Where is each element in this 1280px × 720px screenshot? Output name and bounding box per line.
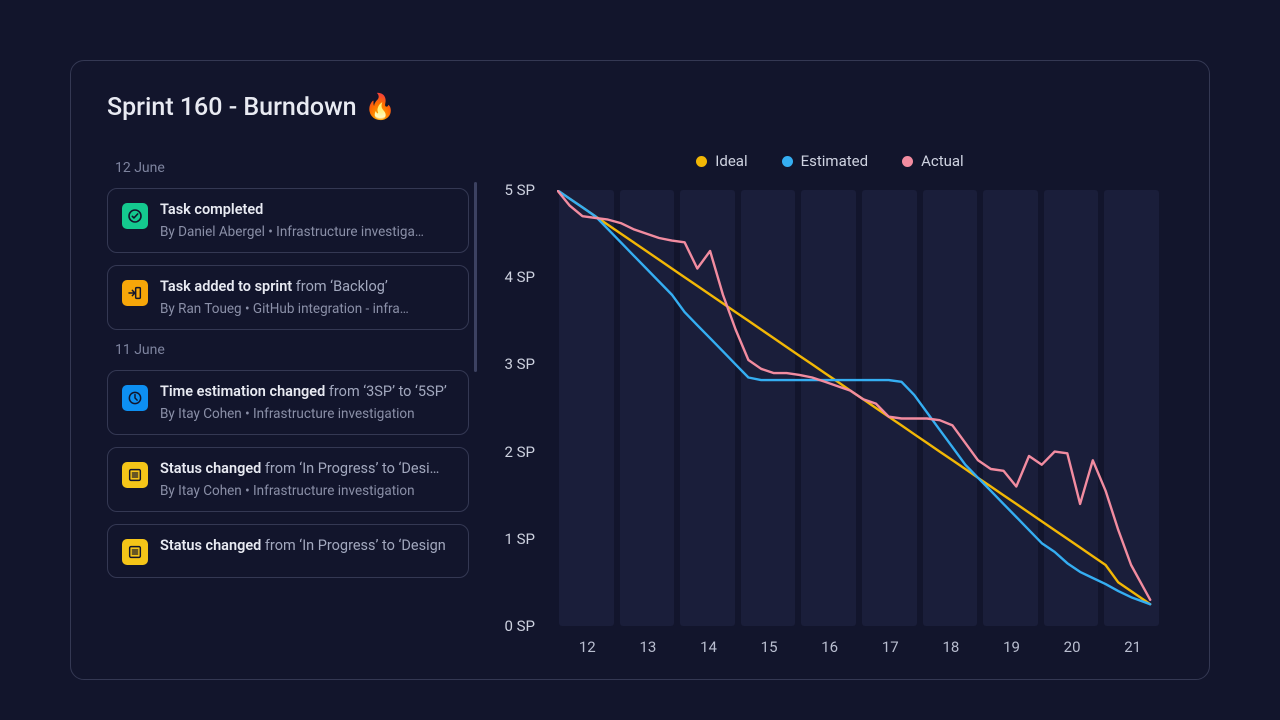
x-tick: 15	[761, 638, 778, 656]
chart-legend: Ideal Estimated Actual	[487, 152, 1173, 170]
check-icon	[122, 203, 148, 229]
list-icon	[122, 462, 148, 488]
y-tick: 5 SP	[489, 181, 549, 199]
scrollbar-thumb[interactable]	[474, 182, 477, 372]
x-tick: 20	[1064, 638, 1081, 656]
feed-item-sub: By Ran Toueg • GitHub integration - infr…	[160, 301, 454, 317]
legend-actual: Actual	[902, 152, 964, 170]
feed-item-title: Task completed	[160, 201, 454, 218]
legend-dot-actual	[902, 156, 913, 167]
y-tick: 4 SP	[489, 268, 549, 286]
feed-item-sub: By Itay Cohen • Infrastructure investiga…	[160, 483, 454, 499]
y-tick: 1 SP	[489, 530, 549, 548]
x-tick: 14	[700, 638, 717, 656]
feed-date-label: 11 June	[115, 342, 469, 358]
legend-ideal: Ideal	[696, 152, 747, 170]
series-ideal	[557, 190, 1150, 604]
activity-feed[interactable]: 12 June Task completed By Daniel Abergel •…	[107, 152, 477, 662]
feed-item-title: Task added to sprint from ‘Backlog’	[160, 278, 454, 295]
x-tick: 21	[1124, 638, 1141, 656]
y-tick: 3 SP	[489, 355, 549, 373]
feed-item[interactable]: Task completed By Daniel Abergel • Infras…	[107, 188, 469, 253]
x-tick: 12	[579, 638, 596, 656]
list-icon	[122, 539, 148, 565]
feed-item[interactable]: Status changed from ‘In Progress’ to ‘De…	[107, 447, 469, 512]
arrow-in-icon	[122, 280, 148, 306]
feed-item[interactable]: Status changed from ‘In Progress’ to ‘De…	[107, 524, 469, 578]
feed-item-title: Status changed from ‘In Progress’ to ‘De…	[160, 460, 454, 477]
fire-icon: 🔥	[365, 93, 396, 122]
x-tick: 19	[1003, 638, 1020, 656]
chart-plot: 0 SP 1 SP 2 SP 3 SP 4 SP 5 SP 12 13 14 15 16 17 18 19…	[487, 184, 1173, 662]
y-tick: 0 SP	[489, 617, 549, 635]
y-tick: 2 SP	[489, 443, 549, 461]
clock-icon	[122, 385, 148, 411]
legend-dot-estimated	[782, 156, 793, 167]
x-tick: 16	[821, 638, 838, 656]
x-tick: 13	[639, 638, 656, 656]
legend-dot-ideal	[696, 156, 707, 167]
feed-item-title: Status changed from ‘In Progress’ to ‘De…	[160, 537, 454, 554]
legend-estimated: Estimated	[782, 152, 868, 170]
feed-item-sub: By Itay Cohen • Infrastructure investiga…	[160, 406, 454, 422]
burndown-card: Sprint 160 - Burndown 🔥 12 June Task comp…	[70, 60, 1210, 680]
page-title: Sprint 160 - Burndown 🔥	[107, 93, 1173, 122]
feed-item[interactable]: Task added to sprint from ‘Backlog’ By Ra…	[107, 265, 469, 330]
x-tick: 17	[882, 638, 899, 656]
content-row: 12 June Task completed By Daniel Abergel •…	[107, 152, 1173, 662]
feed-item-sub: By Daniel Abergel • Infrastructure inves…	[160, 224, 454, 240]
chart-panel: Ideal Estimated Actual 0 SP 1 SP 2 SP 3 SP 4…	[477, 152, 1173, 662]
feed-item[interactable]: Time estimation changed from ‘3SP’ to ‘5…	[107, 370, 469, 435]
feed-item-title: Time estimation changed from ‘3SP’ to ‘5…	[160, 383, 454, 400]
feed-date-label: 12 June	[115, 160, 469, 176]
x-tick: 18	[942, 638, 959, 656]
title-text: Sprint 160 - Burndown	[107, 93, 357, 122]
